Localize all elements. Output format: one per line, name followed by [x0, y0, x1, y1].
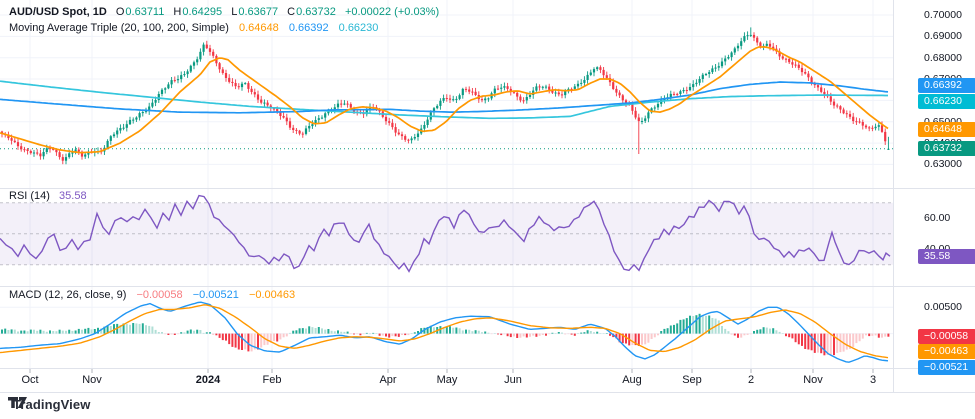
open-value: 0.63711 [125, 6, 164, 18]
axis-label: 0.70000 [924, 8, 962, 22]
axis-badge: −0.00058 [918, 329, 975, 344]
chart-canvas[interactable] [0, 0, 975, 419]
close-value: 0.63732 [296, 6, 336, 18]
time-axis-label[interactable]: May [437, 374, 458, 386]
gridlines-layer [0, 0, 893, 373]
rsi-pane[interactable] [0, 196, 893, 272]
macd-pane[interactable] [0, 302, 889, 362]
change-value: +0.00022 (+0.03%) [345, 6, 439, 18]
time-axis-label[interactable]: Apr [379, 374, 396, 386]
rsi-legend[interactable]: RSI (14) 35.58 [9, 189, 87, 204]
ma200-value: 0.66230 [339, 22, 379, 34]
time-axis-label[interactable]: 2 [748, 374, 754, 386]
axis-badge: 0.63732 [918, 141, 975, 156]
axis-badge: 0.66230 [918, 94, 975, 109]
time-axis-label[interactable]: Aug [622, 374, 642, 386]
axis-badge: 35.58 [918, 249, 975, 264]
axis-label: 0.00500 [924, 300, 962, 314]
time-axis-label[interactable]: Oct [21, 374, 38, 386]
ma20-value: 0.64648 [239, 22, 279, 34]
ma100-value: 0.66392 [289, 22, 329, 34]
main-legend-row-2[interactable]: Moving Average Triple (20, 100, 200, Sim… [9, 21, 378, 36]
macd-hist-value: −0.00058 [136, 289, 182, 301]
tradingview-watermark[interactable]: TradingView [8, 397, 90, 412]
macd-signal-value: −0.00463 [249, 289, 295, 301]
tradingview-chart-window: AUD/USD Spot, 1D O0.63711 H0.64295 L0.63… [0, 0, 975, 419]
time-axis-label[interactable]: Nov [803, 374, 823, 386]
ma-indicator-title[interactable]: Moving Average Triple (20, 100, 200, Sim… [9, 22, 229, 34]
close-label: C [287, 6, 295, 18]
axis-badge: −0.00521 [918, 360, 975, 375]
time-axis-label[interactable]: Feb [263, 374, 282, 386]
axis-badge: 0.64648 [918, 122, 975, 137]
macd-line-value: −0.00521 [193, 289, 239, 301]
time-axis-label[interactable]: Nov [82, 374, 102, 386]
axis-label: 60.00 [924, 211, 950, 225]
rsi-indicator-title[interactable]: RSI (14) [9, 190, 50, 202]
open-label: O [116, 6, 125, 18]
axis-label: 0.69000 [924, 29, 962, 43]
time-axis-label[interactable]: 2024 [196, 374, 220, 386]
time-axis-label[interactable]: Sep [682, 374, 702, 386]
axis-badge: 0.66392 [918, 78, 975, 93]
macd-indicator-title[interactable]: MACD (12, 26, close, 9) [9, 289, 126, 301]
axis-badge: −0.00463 [918, 344, 975, 359]
tradingview-logo-icon [8, 397, 27, 412]
axis-label: 0.68000 [924, 51, 962, 65]
symbol-title[interactable]: AUD/USD Spot, 1D [9, 6, 107, 18]
time-axis-label[interactable]: 3 [870, 374, 876, 386]
low-label: L [231, 6, 237, 18]
macd-legend[interactable]: MACD (12, 26, close, 9) −0.00058 −0.0052… [9, 288, 295, 303]
high-value: 0.64295 [182, 6, 222, 18]
time-axis-label[interactable]: Jun [504, 374, 522, 386]
high-label: H [173, 6, 181, 18]
axis-label: 0.63000 [924, 157, 962, 171]
low-value: 0.63677 [238, 6, 278, 18]
rsi-value: 35.58 [59, 190, 87, 202]
main-legend-row-1[interactable]: AUD/USD Spot, 1D O0.63711 H0.64295 L0.63… [9, 5, 439, 20]
